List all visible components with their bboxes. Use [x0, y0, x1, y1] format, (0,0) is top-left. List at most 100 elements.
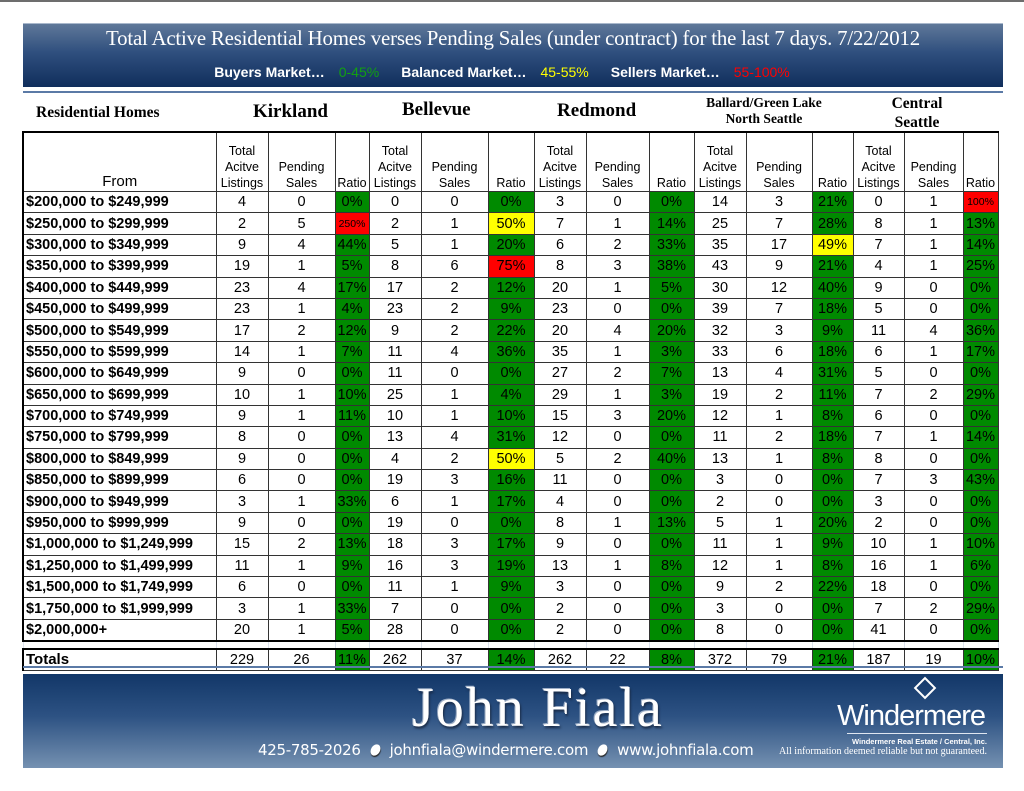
pending-sales-cell: 2	[420, 447, 489, 471]
total-active-listings-cell: 8	[533, 255, 587, 278]
total-active-listings-cell: 18	[852, 576, 905, 599]
total-active-listings-cell: 5	[852, 362, 905, 385]
pending-sales-cell: 0	[903, 276, 964, 299]
pending-sales-cell: 0	[420, 190, 489, 214]
table-row: $650,000 to $699,999 10 1 10% 25 1 4% 29 1 3% 19 2 1…	[22, 383, 999, 406]
ratio-cell: 0%	[334, 447, 370, 471]
phone-number[interactable]: 425-785-2026	[258, 741, 361, 759]
total-active-listings-cell: 0	[368, 190, 422, 214]
pending-sales-cell: 3	[745, 319, 813, 342]
total-active-listings-cell: 11	[533, 469, 587, 492]
total-active-listings-cell: 6	[368, 490, 422, 513]
pending-sales-cell: 1	[745, 447, 813, 471]
email-link[interactable]: johnfiala@windermere.com	[390, 741, 589, 759]
pending-sales-cell: 4	[745, 362, 813, 385]
total-active-listings-cell: 9	[533, 533, 587, 556]
price-range: $750,000 to $799,999	[22, 426, 217, 449]
bullet-icon	[368, 742, 383, 758]
pending-sales-cell: 1	[903, 426, 964, 449]
price-range: $850,000 to $899,999	[22, 469, 217, 492]
pending-sales-cell: 0	[420, 597, 489, 620]
total-active-listings-cell: 8	[533, 511, 587, 535]
pending-sales-cell: 1	[903, 255, 964, 278]
header-line: Sales	[285, 176, 318, 190]
header-line: Listings	[220, 176, 264, 190]
brand-name: Windermere	[837, 700, 986, 732]
header-line: Sales	[438, 176, 471, 190]
region-title-bellevue: Bellevue	[402, 99, 471, 120]
ratio-cell: 5%	[334, 618, 370, 642]
total-active-listings-cell: 3	[693, 597, 747, 620]
total-active-listings-cell: 3	[215, 597, 269, 620]
ratio-cell: 22%	[811, 576, 854, 599]
total-active-listings-cell: 2	[533, 597, 587, 620]
pending-sales-cell: 0	[585, 576, 650, 599]
total-active-listings-cell: 5	[852, 297, 905, 321]
ratio-cell: 20%	[487, 233, 535, 257]
pending-sales-cell: 0	[267, 469, 336, 492]
table-row: $450,000 to $499,999 23 1 4% 23 2 9% 23 0 0% 39 7 18…	[22, 297, 999, 321]
header-line: Acitve	[861, 160, 896, 174]
total-active-listings-cell: 43	[693, 255, 747, 278]
pending-sales-cell: 3	[420, 554, 489, 578]
pending-sales-cell: 0	[903, 362, 964, 385]
total-active-listings-cell: 7	[852, 426, 905, 449]
spacer-row	[22, 640, 999, 651]
ratio-cell: 10%	[962, 533, 999, 556]
pending-sales-cell: 2	[420, 319, 489, 342]
ratio-cell: 31%	[487, 426, 535, 449]
price-range: $300,000 to $349,999	[22, 233, 217, 257]
total-active-listings-cell: 39	[693, 297, 747, 321]
total-active-listings-cell: 19	[368, 511, 422, 535]
total-active-listings-cell: 23	[533, 297, 587, 321]
price-range: $350,000 to $399,999	[22, 255, 217, 278]
legend-sellers-label: Sellers Market…	[610, 64, 720, 80]
header-line: Acitve	[377, 160, 413, 174]
pending-sales-cell: 1	[267, 554, 336, 578]
table-row: $800,000 to $849,999 9 0 0% 4 2 50% 5 2 40% 13 1 8% 8…	[22, 447, 999, 471]
ratio-cell: 13%	[648, 511, 695, 535]
pending-sales-cell: 0	[585, 597, 650, 620]
table-row: $500,000 to $549,999 17 2 12% 9 2 22% 20 4 20% 32 3…	[22, 319, 999, 342]
pending-sales-cell: 1	[267, 255, 336, 278]
spacer-cell	[533, 640, 587, 651]
pending-sales-cell: 0	[903, 576, 964, 599]
region-title-line: Seattle	[894, 114, 940, 131]
ratio-cell: 14%	[962, 233, 999, 257]
legend-balanced-label: Balanced Market…	[401, 64, 527, 80]
pending-sales-cell: 3	[903, 469, 964, 492]
total-active-listings-cell: 11	[368, 362, 422, 385]
pending-sales-cell: 0	[267, 426, 336, 449]
pending-sales-cell: 1	[745, 554, 813, 578]
pending-sales-cell: 1	[267, 404, 336, 428]
pending-sales-cell: 2	[903, 597, 964, 620]
ratio-cell: 8%	[811, 404, 854, 428]
ratio-cell: 36%	[487, 340, 535, 364]
total-active-listings-cell: 9	[215, 404, 269, 428]
total-active-listings-cell: 41	[852, 618, 905, 642]
pending-sales-cell: 6	[420, 255, 489, 278]
pending-sales-cell: 1	[267, 618, 336, 642]
total-active-listings-cell: 23	[215, 297, 269, 321]
ratio-cell: 13%	[962, 212, 999, 235]
column-header-pending-redmond: Pending Sales	[585, 131, 650, 192]
pending-sales-cell: 1	[903, 212, 964, 235]
total-active-listings-cell: 9	[215, 447, 269, 471]
pending-sales-cell: 3	[745, 190, 813, 214]
ratio-cell: 33%	[648, 233, 695, 257]
column-header-ratio-bellevue: Ratio	[487, 131, 535, 192]
pending-sales-cell: 4	[903, 319, 964, 342]
website-link[interactable]: www.johnfiala.com	[617, 741, 754, 759]
total-active-listings-cell: 10	[368, 404, 422, 428]
ratio-cell: 13%	[334, 533, 370, 556]
header-line: Pending	[278, 160, 325, 174]
total-active-listings-cell: 25	[693, 212, 747, 235]
column-header-total-ballard: Total Acitve Listings	[693, 131, 747, 192]
total-active-listings-cell: 28	[368, 618, 422, 642]
ratio-cell: 0%	[962, 511, 999, 535]
ratio-cell: 0%	[648, 576, 695, 599]
ratio-cell: 33%	[334, 597, 370, 620]
total-active-listings-cell: 8	[852, 447, 905, 471]
column-header-ratio-redmond: Ratio	[648, 131, 695, 192]
pending-sales-cell: 5	[267, 212, 336, 235]
